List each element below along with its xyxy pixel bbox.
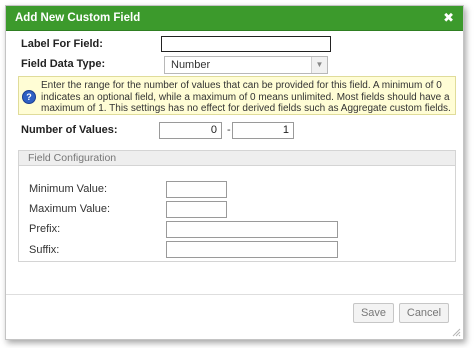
save-button[interactable]: Save <box>353 303 394 323</box>
maximum-value-label: Maximum Value: <box>29 203 111 215</box>
help-icon: ? <box>22 90 36 104</box>
label-for-field-input[interactable] <box>161 36 331 52</box>
prefix-label: Prefix: <box>29 223 61 235</box>
field-configuration-section: Field Configuration Minimum Value: Maxim… <box>18 150 456 262</box>
maximum-value-input[interactable] <box>166 201 227 218</box>
field-data-type-value: Number <box>171 59 211 71</box>
close-icon[interactable]: ✖ <box>443 10 454 26</box>
suffix-label: Suffix: <box>29 244 60 256</box>
minimum-value-label: Minimum Value: <box>29 183 108 195</box>
field-configuration-header: Field Configuration <box>19 151 455 166</box>
dialog-titlebar[interactable]: Add New Custom Field ✖ <box>6 6 463 31</box>
cancel-button[interactable]: Cancel <box>399 303 449 323</box>
info-text: Enter the range for the number of values… <box>41 80 451 114</box>
chevron-down-icon[interactable]: ▼ <box>311 57 327 73</box>
field-data-type-select[interactable]: Number ▼ <box>164 56 328 74</box>
number-of-values-min-input[interactable]: 0 <box>159 122 222 139</box>
field-data-type-label: Field Data Type: <box>21 58 106 70</box>
dialog-title: Add New Custom Field <box>15 12 141 24</box>
add-custom-field-dialog: Add New Custom Field ✖ Label For Field: … <box>5 5 464 340</box>
resize-grip-icon[interactable] <box>452 328 461 337</box>
number-of-values-separator: - <box>227 124 231 136</box>
number-of-values-label: Number of Values: <box>21 124 118 136</box>
field-configuration-legend: Field Configuration <box>28 152 117 164</box>
info-message: ? Enter the range for the number of valu… <box>18 76 456 115</box>
label-for-field-label: Label For Field: <box>21 38 103 50</box>
footer-divider <box>6 294 463 295</box>
number-of-values-max-input[interactable]: 1 <box>232 122 294 139</box>
minimum-value-input[interactable] <box>166 181 227 198</box>
prefix-input[interactable] <box>166 221 338 238</box>
suffix-input[interactable] <box>166 241 338 258</box>
